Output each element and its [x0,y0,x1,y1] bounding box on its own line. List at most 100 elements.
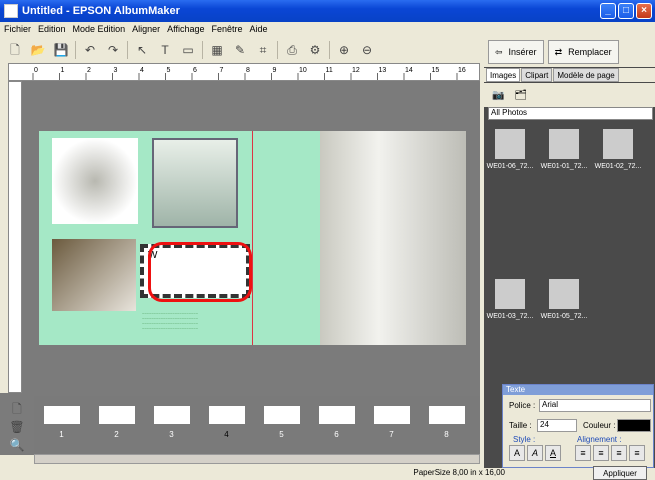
horizontal-ruler: 0 1 2 3 4 5 6 7 8 9 10 11 12 13 14 15 16 [8,63,480,81]
italic-button[interactable]: A [527,445,543,461]
maximize-button[interactable]: □ [618,3,634,19]
insert-icon: ⇦ [495,46,503,57]
crop-icon[interactable]: ⌗ [254,41,272,59]
separator [127,41,128,59]
camera-icon[interactable]: 📷 [492,90,504,101]
close-button[interactable]: × [636,3,652,19]
zoom-out-icon[interactable]: ⊖ [358,41,376,59]
insert-button[interactable]: ⇦ Insérer [488,40,544,64]
gallery-label: WE01-02_72... [594,163,642,170]
folder-icon[interactable]: 🗂 [514,90,527,101]
ruler-label: 11 [326,67,333,74]
save-icon[interactable]: 💾 [52,41,70,59]
menu-affichage[interactable]: Affichage [167,24,204,34]
gallery-thumbnail [495,129,525,159]
separator [277,41,278,59]
style-label: Style : [513,435,536,444]
edit-image-icon[interactable]: ✎ [231,41,249,59]
right-panel-actions: ⇦ Insérer ⇄ Remplacer [484,37,655,67]
gallery-thumbnail [603,129,633,159]
align-left-button[interactable]: ≡ [575,445,591,461]
tab-images[interactable]: Images [486,68,521,82]
thumbnail[interactable]: 5 [254,396,309,454]
gallery-item[interactable]: WE01-01_72... [538,123,590,193]
settings-icon[interactable]: ⚙ [306,41,324,59]
vertical-ruler [8,81,22,393]
shape-tool-icon[interactable]: ▭ [179,41,197,59]
photo-frame[interactable] [152,138,238,228]
app-icon [4,4,18,18]
gallery-item[interactable]: WE01-06_72... [484,123,536,193]
undo-icon[interactable]: ↶ [81,41,99,59]
tab-page-template[interactable]: Modèle de page [553,68,619,82]
pointer-icon[interactable]: ↖ [133,41,151,59]
replace-label: Remplacer [568,47,612,57]
thumbnail-selected[interactable]: 4 [199,396,254,454]
new-page-icon[interactable]: 🗋 [8,400,26,418]
ruler-label: 9 [273,67,277,74]
zoom-in-icon[interactable]: ⊕ [335,41,353,59]
thumbnail[interactable]: 2 [89,396,144,454]
menu-fenetre[interactable]: Fenêtre [211,24,242,34]
bold-button[interactable]: A [509,445,525,461]
ruler-label: 2 [87,67,91,74]
thumbnail-image [374,406,410,424]
underline-button[interactable]: A [545,445,561,461]
size-select[interactable]: 24 [537,419,577,432]
gallery-item[interactable]: WE01-02_72... [592,123,644,193]
menu-bar: Fichier Edition Mode Edition Aligner Aff… [0,22,480,36]
thumbnail[interactable]: 8 [419,396,474,454]
photo-frame[interactable] [52,239,136,311]
thumbnail-image [264,406,300,424]
color-swatch[interactable] [617,419,651,432]
menu-mode-edition[interactable]: Mode Edition [73,24,126,34]
ruler-label: 5 [167,67,171,74]
gallery-label: WE01-05_72... [540,313,588,320]
menu-edition[interactable]: Edition [38,24,66,34]
gallery-item[interactable]: WE01-03_72... [484,273,536,343]
ruler-label: 6 [193,67,197,74]
menu-fichier[interactable]: Fichier [4,24,31,34]
redo-icon[interactable]: ↷ [104,41,122,59]
align-center-button[interactable]: ≡ [593,445,609,461]
replace-button[interactable]: ⇄ Remplacer [547,40,619,64]
gallery-thumbnail [495,279,525,309]
tab-clipart[interactable]: Clipart [521,68,553,82]
font-select[interactable]: Arial [539,399,651,412]
thumbnail-number: 3 [169,430,174,439]
photo-frame[interactable] [320,131,466,345]
ruler-label: 4 [140,67,144,74]
thumbnail-image [209,406,245,424]
thumbnail[interactable]: 1 [34,396,89,454]
new-icon[interactable]: 🗋 [6,41,24,59]
menu-aide[interactable]: Aide [250,24,268,34]
title-bar: Untitled - EPSON AlbumMaker _ □ × [0,0,655,22]
thumbnail[interactable]: 6 [309,396,364,454]
photo-frame[interactable] [52,138,138,224]
text-tool-icon[interactable]: T [156,41,174,59]
ruler-label: 16 [458,67,466,74]
open-icon[interactable]: 📂 [29,41,47,59]
image-icon[interactable]: ▦ [208,41,226,59]
apply-button[interactable]: Appliquer [593,466,647,480]
gallery-thumbnail [549,279,579,309]
thumbnail[interactable]: 7 [364,396,419,454]
menu-aligner[interactable]: Aligner [132,24,160,34]
gallery-thumbnail [549,129,579,159]
thumbnail[interactable]: 3 [144,396,199,454]
minimize-button[interactable]: _ [600,3,616,19]
print-icon[interactable]: ⎙ [283,41,301,59]
page-canvas[interactable]: W ~~~~~~~~~~~~~~~~~~~~~~~~ ~~~~~~~~~~~~~~… [22,81,480,393]
align-justify-button[interactable]: ≡ [629,445,645,461]
strip-tools: 🗋 🗑 🔍 [8,400,30,454]
separator [202,41,203,59]
window-title: Untitled - EPSON AlbumMaker [22,5,180,17]
thumbnail-number: 2 [114,430,119,439]
photo-filter[interactable]: All Photos [488,107,653,120]
trash-icon[interactable]: 🗑 [8,418,26,436]
horizontal-scrollbar[interactable] [34,454,480,464]
gallery-item[interactable]: WE01-05_72... [538,273,590,343]
align-right-button[interactable]: ≡ [611,445,627,461]
preview-icon[interactable]: 🔍 [8,436,26,454]
decorative-text: ~~~~~~~~~~~~~~~~~~~~~~~~ ~~~~~~~~~~~~~~~~… [142,311,199,331]
